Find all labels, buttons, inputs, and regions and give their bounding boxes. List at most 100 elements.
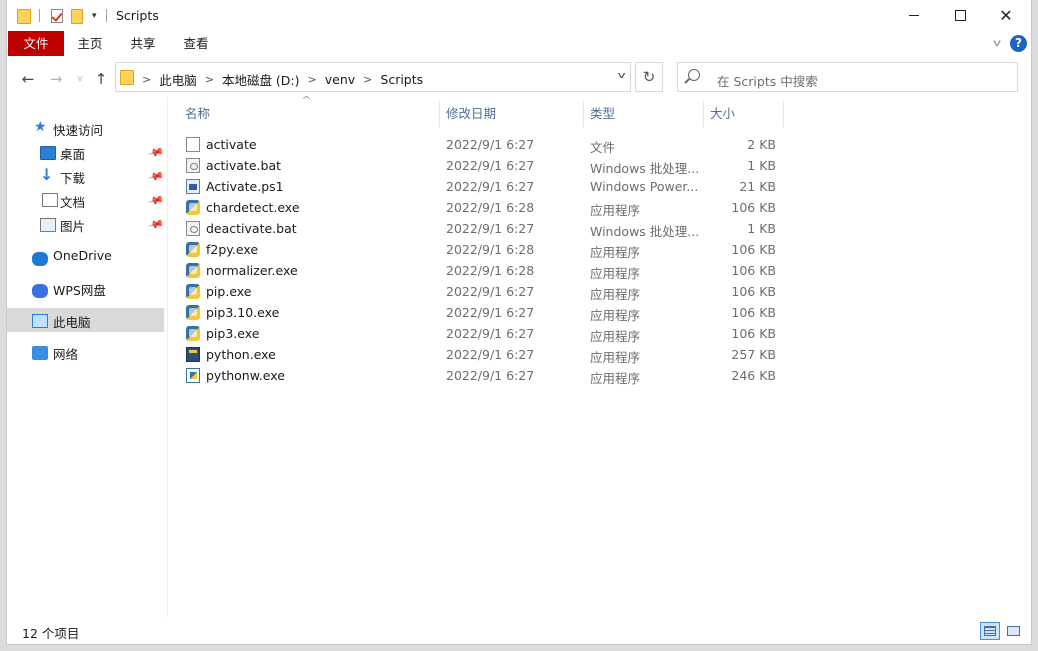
search-box[interactable]: 在 Scripts 中搜索: [677, 62, 1018, 92]
column-divider[interactable]: [783, 101, 784, 127]
nav-item-documents[interactable]: 文档 📌: [7, 188, 165, 212]
breadcrumb-scripts[interactable]: Scripts: [380, 72, 423, 87]
file-name: pip3.10.exe: [206, 305, 280, 320]
tab-view[interactable]: 查看: [175, 31, 217, 56]
chevron-down-icon: v: [77, 74, 83, 84]
file-type: 应用程序: [590, 329, 641, 344]
file-row[interactable]: python.exe 2022/9/1 6:27 应用程序 257 KB: [182, 344, 782, 365]
file-size: 1 KB: [747, 221, 776, 236]
nav-item-pictures[interactable]: 图片 📌: [7, 212, 165, 236]
minimize-button[interactable]: [891, 0, 937, 31]
details-view-button[interactable]: [980, 622, 1000, 640]
address-dropdown-icon[interactable]: v: [617, 71, 625, 81]
file-type: 文件: [590, 140, 616, 155]
properties-icon[interactable]: [51, 7, 63, 25]
wps-cloud-icon: [32, 284, 48, 298]
column-header-size[interactable]: 大小: [710, 104, 735, 128]
file-date: 2022/9/1 6:27: [446, 158, 535, 173]
minimize-icon: [909, 15, 919, 16]
file-row[interactable]: pythonw.exe 2022/9/1 6:27 应用程序 246 KB: [182, 365, 782, 386]
file-type: 应用程序: [590, 350, 641, 365]
file-row[interactable]: activate.bat 2022/9/1 6:27 Windows 批处理... 1…: [182, 155, 782, 176]
file-type: 应用程序: [590, 371, 641, 386]
pin-icon[interactable]: 📌: [147, 215, 165, 233]
pin-icon[interactable]: 📌: [147, 167, 165, 185]
breadcrumb: > 此电脑 > 本地磁盘 (D:) > venv > Scripts: [142, 70, 423, 89]
file-size: 2 KB: [747, 137, 776, 152]
column-header-date[interactable]: 修改日期: [446, 104, 496, 128]
breadcrumb-drive-d[interactable]: 本地磁盘 (D:): [222, 70, 300, 89]
column-divider[interactable]: [703, 101, 704, 127]
nav-item-wps-cloud[interactable]: WPS网盘: [7, 276, 164, 300]
close-icon: ✕: [999, 5, 1013, 25]
file-date: 2022/9/1 6:27: [446, 137, 535, 152]
pin-icon[interactable]: 📌: [147, 191, 165, 209]
pin-icon[interactable]: 📌: [147, 143, 165, 161]
python-exe-icon: [186, 326, 200, 341]
tab-share[interactable]: 共享: [122, 31, 164, 56]
chevron-right-icon[interactable]: >: [142, 73, 151, 86]
chevron-right-icon[interactable]: >: [308, 73, 317, 86]
file-date: 2022/9/1 6:28: [446, 242, 535, 257]
address-bar[interactable]: > 此电脑 > 本地磁盘 (D:) > venv > Scripts v: [115, 62, 631, 92]
nav-item-onedrive[interactable]: OneDrive: [7, 244, 164, 268]
chevron-right-icon[interactable]: >: [205, 73, 214, 86]
file-date: 2022/9/1 6:27: [446, 179, 535, 194]
back-button[interactable]: ←: [17, 69, 39, 89]
column-header-name[interactable]: 名称: [185, 104, 210, 128]
file-type: 应用程序: [590, 203, 641, 218]
forward-button[interactable]: →: [45, 69, 67, 89]
up-arrow-icon: ↑: [94, 70, 108, 88]
help-icon[interactable]: ?: [1010, 35, 1027, 52]
maximize-button[interactable]: [937, 0, 983, 31]
file-size: 106 KB: [731, 305, 776, 320]
file-size: 106 KB: [731, 263, 776, 278]
nav-item-quick-access[interactable]: ★ 快速访问: [7, 116, 164, 140]
nav-item-downloads[interactable]: ↓ 下载 📌: [7, 164, 165, 188]
recent-locations-button[interactable]: v: [69, 69, 91, 89]
file-row[interactable]: chardetect.exe 2022/9/1 6:28 应用程序 106 KB: [182, 197, 782, 218]
new-folder-icon[interactable]: [71, 7, 83, 25]
file-name: normalizer.exe: [206, 263, 298, 278]
breadcrumb-venv[interactable]: venv: [325, 72, 355, 87]
file-name: activate: [206, 137, 257, 152]
folder-icon: [120, 70, 134, 85]
column-divider[interactable]: [583, 101, 584, 127]
picture-icon: [40, 218, 56, 232]
large-icons-view-button[interactable]: [1003, 622, 1023, 640]
close-button[interactable]: ✕: [983, 0, 1029, 31]
file-row[interactable]: pip.exe 2022/9/1 6:27 应用程序 106 KB: [182, 281, 782, 302]
file-row[interactable]: Activate.ps1 2022/9/1 6:27 Windows Power..…: [182, 176, 782, 197]
file-date: 2022/9/1 6:27: [446, 284, 535, 299]
pane-divider[interactable]: [167, 97, 168, 617]
file-row[interactable]: f2py.exe 2022/9/1 6:28 应用程序 106 KB: [182, 239, 782, 260]
file-name: pythonw.exe: [206, 368, 285, 383]
tab-file[interactable]: 文件: [8, 31, 64, 56]
file-type: Windows Power...: [590, 179, 699, 194]
chevron-right-icon[interactable]: >: [363, 73, 372, 86]
file-row[interactable]: activate 2022/9/1 6:27 文件 2 KB: [182, 134, 782, 155]
customize-toolbar-icon[interactable]: ▾: [92, 7, 97, 25]
column-divider[interactable]: [439, 101, 440, 127]
file-row[interactable]: normalizer.exe 2022/9/1 6:28 应用程序 106 KB: [182, 260, 782, 281]
nav-item-desktop[interactable]: 桌面 📌: [7, 140, 165, 164]
up-button[interactable]: ↑: [90, 69, 112, 89]
nav-item-this-pc[interactable]: 此电脑: [7, 308, 164, 332]
refresh-button[interactable]: ↻: [635, 62, 663, 92]
file-name: python.exe: [206, 347, 276, 362]
file-row[interactable]: pip3.10.exe 2022/9/1 6:27 应用程序 106 KB: [182, 302, 782, 323]
file-row[interactable]: pip3.exe 2022/9/1 6:27 应用程序 106 KB: [182, 323, 782, 344]
breadcrumb-this-pc[interactable]: 此电脑: [159, 70, 197, 89]
column-header-type[interactable]: 类型: [590, 104, 615, 128]
tab-home[interactable]: 主页: [69, 31, 111, 56]
file-row[interactable]: deactivate.bat 2022/9/1 6:27 Windows 批处理..…: [182, 218, 782, 239]
file-size: 1 KB: [747, 158, 776, 173]
window-title: Scripts: [116, 8, 159, 23]
file-name: activate.bat: [206, 158, 282, 173]
desktop-icon: [40, 146, 56, 160]
python-window-icon: [186, 368, 200, 383]
file-size: 21 KB: [739, 179, 776, 194]
nav-item-network[interactable]: 网络: [7, 340, 164, 364]
star-icon: ★: [34, 119, 47, 135]
expand-ribbon-icon[interactable]: v: [993, 38, 1001, 49]
